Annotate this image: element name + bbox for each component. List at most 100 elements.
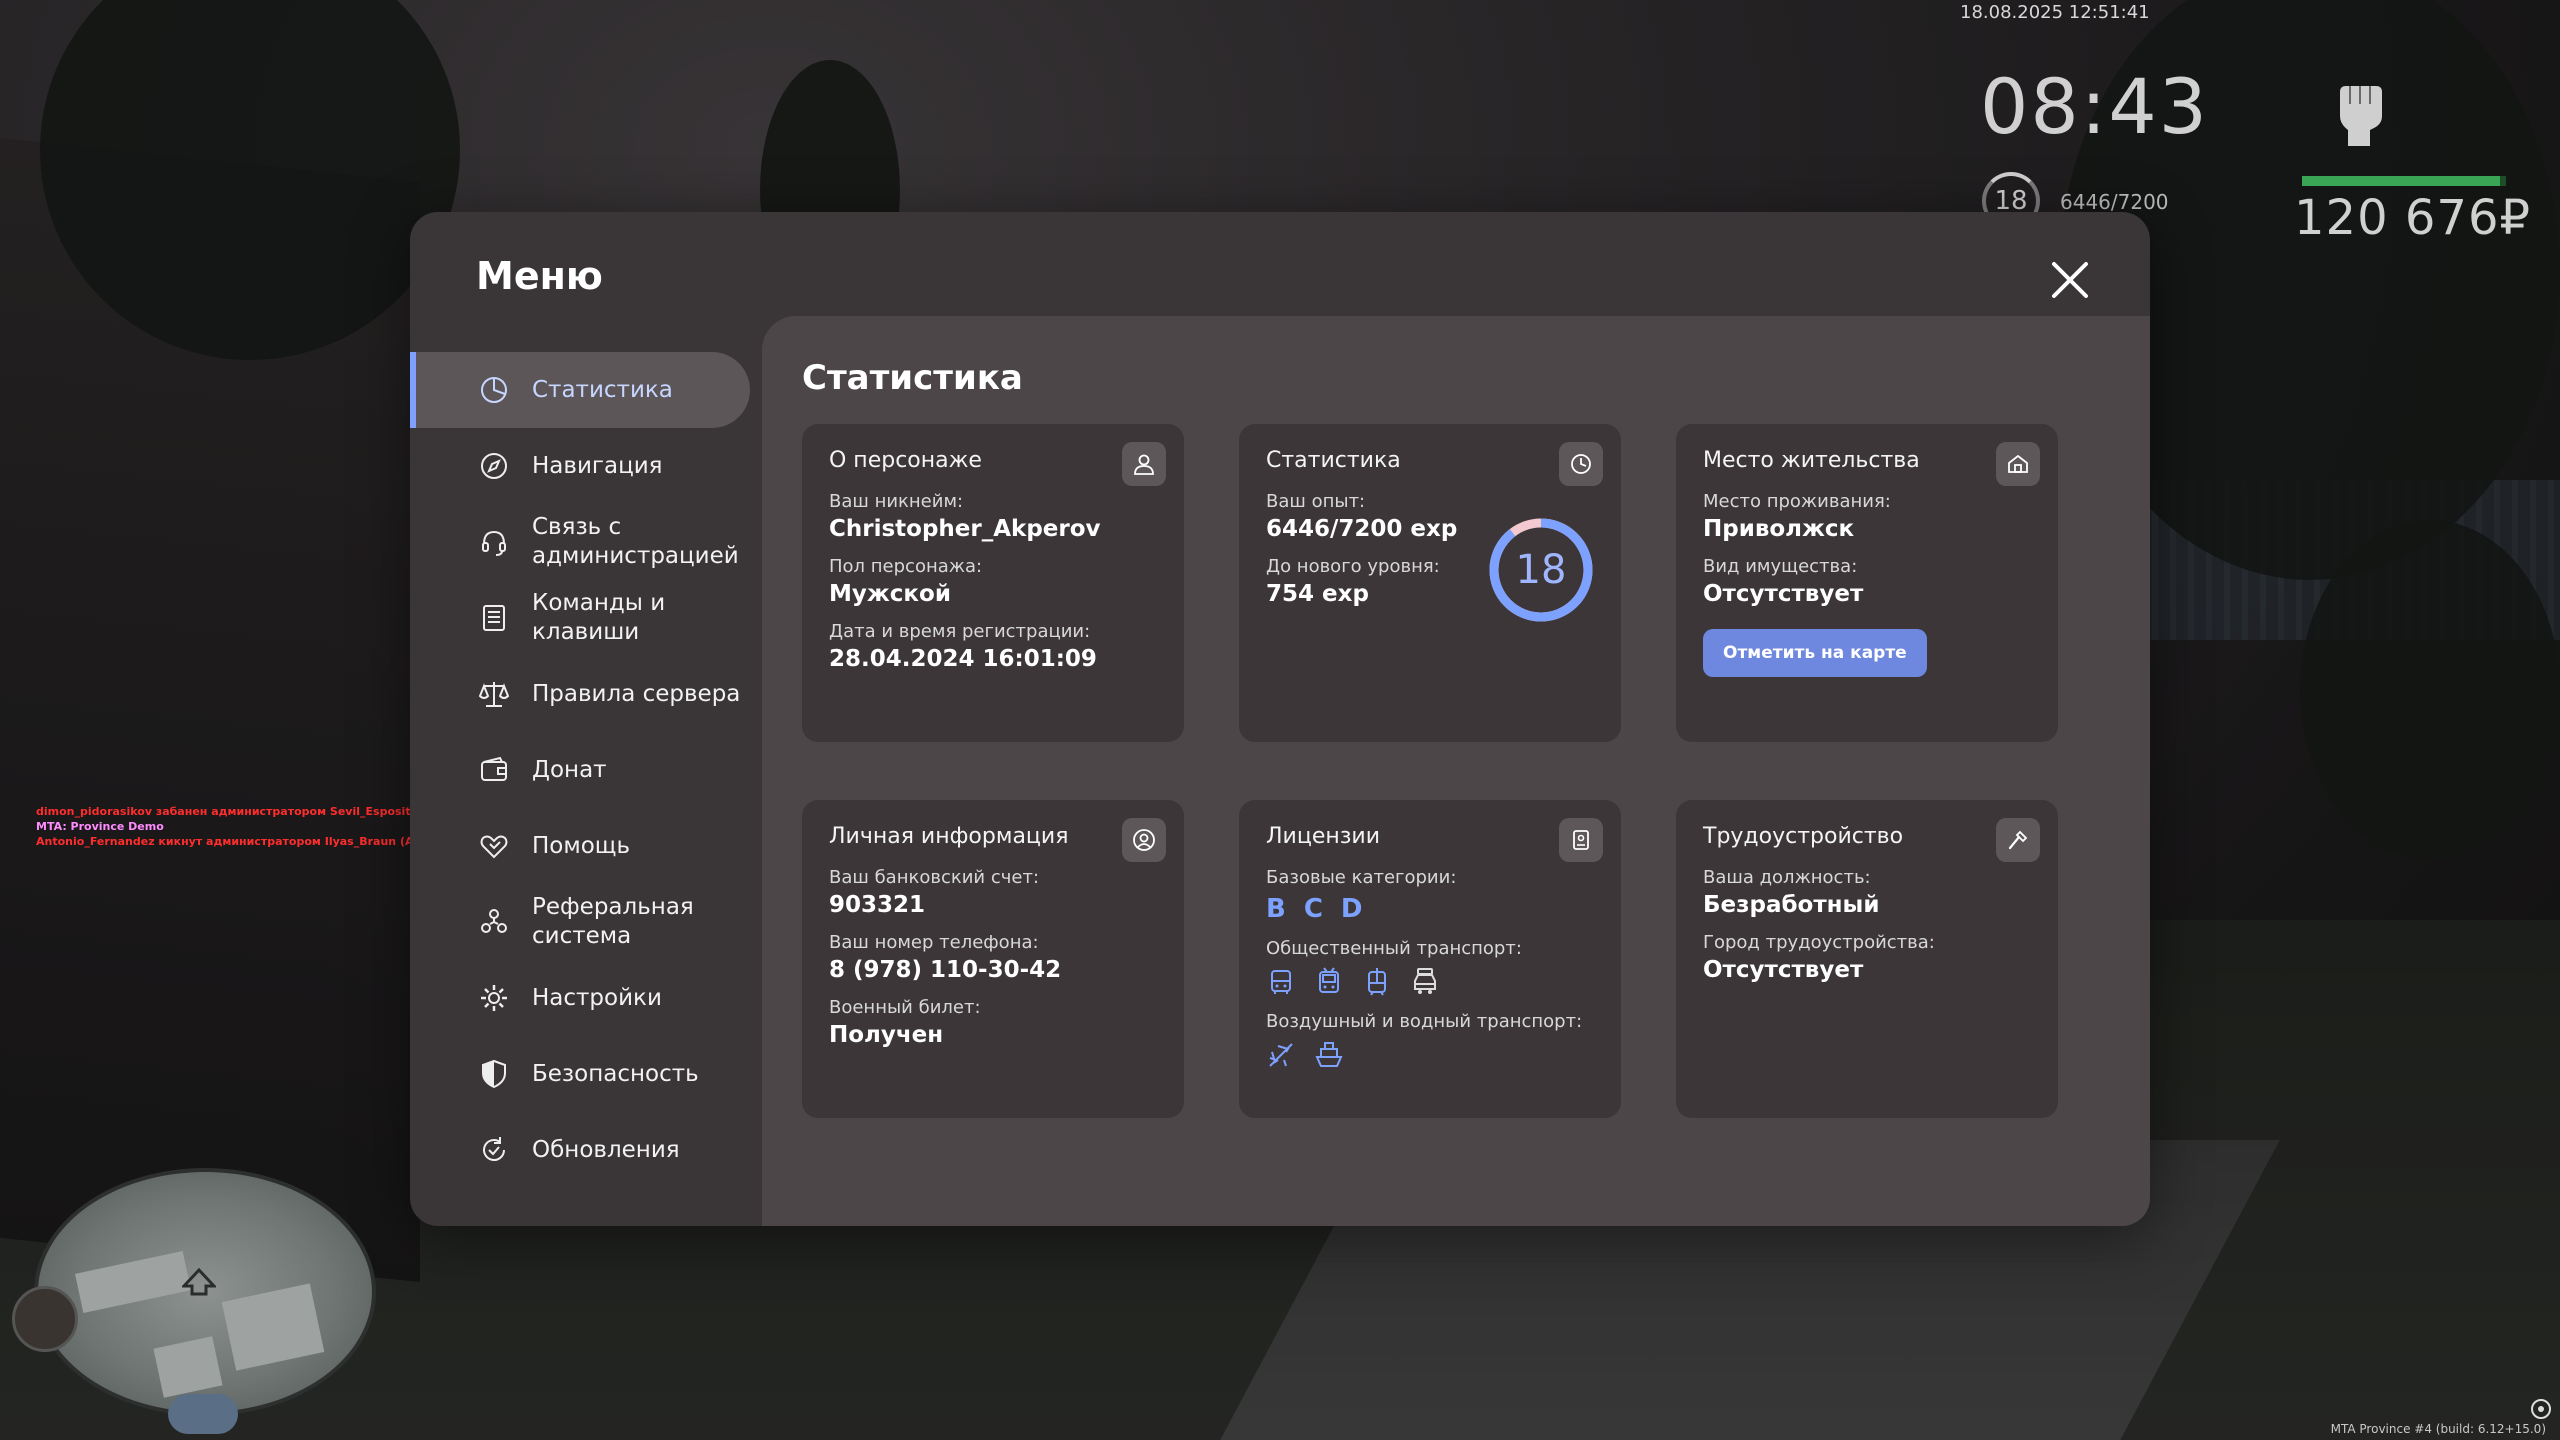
card-icon (1122, 818, 1166, 862)
hammer-icon (2008, 830, 2028, 850)
sidebar-item-statistics[interactable]: Статистика (410, 352, 750, 428)
handshake-icon (480, 835, 508, 859)
field-label: Ваш опыт: (1266, 491, 1366, 512)
sidebar-item-admin-contact[interactable]: Связь с администрацией (410, 504, 750, 580)
card-title: Трудоустройство (1703, 824, 1904, 849)
clock-icon (1571, 454, 1591, 474)
hud-datetime: 18.08.2025 12:51:41 (1960, 2, 2150, 23)
page-title: Статистика (802, 358, 1023, 398)
minimap (34, 1168, 376, 1416)
field-label: Ваш никнейм: (829, 491, 964, 512)
hud-exp: 6446/7200 (2060, 190, 2169, 214)
avatar (12, 1286, 78, 1352)
airplane-icon (1269, 1043, 1293, 1067)
sidebar-item-label: Реферальная система (532, 894, 694, 949)
license-category: C (1303, 894, 1323, 924)
card-title: Статистика (1266, 448, 1401, 473)
card-character: О персонаже Ваш никнейм: Christopher_Akp… (802, 424, 1184, 742)
field-label: Дата и время регистрации: (829, 621, 1091, 642)
fist-icon (2340, 86, 2382, 146)
compass-icon (481, 453, 507, 479)
tram-icon (1368, 968, 1386, 996)
card-title: Личная информация (829, 824, 1069, 849)
sidebar-item-label: Связь с администрацией (532, 513, 739, 571)
sidebar-item-security[interactable]: Безопасность (410, 1036, 750, 1112)
gear-icon (481, 985, 507, 1011)
close-icon[interactable] (2048, 258, 2092, 302)
sidebar-item-label: Команды и клавиши (532, 590, 666, 645)
card-residence: Место жительства Место проживания: Приво… (1676, 424, 2058, 742)
build-info: MTA Province #4 (build: 6.12+15.0) (2330, 1422, 2546, 1436)
card-title: Лицензии (1266, 824, 1381, 849)
ship-icon (1315, 1042, 1343, 1067)
sidebar-item-help[interactable]: Помощь (410, 808, 750, 884)
minimap-block (221, 1283, 325, 1371)
public-transport-icons (1266, 967, 1594, 997)
wallet-icon (481, 756, 507, 781)
sidebar-item-label: Безопасность (532, 1060, 699, 1087)
field-label: Пол персонажа: (829, 556, 983, 577)
license-category: D (1340, 894, 1363, 924)
health-bar-fill (2302, 176, 2500, 186)
shield-icon (482, 1059, 506, 1089)
sidebar-item-referral[interactable]: Реферальная система (410, 884, 750, 960)
sidebar-item-label-text: Связь с администрацией (532, 514, 739, 569)
field-label: Город трудоустройства: (1703, 932, 1935, 953)
health-bar (2302, 176, 2506, 186)
location-pin-icon (2531, 1399, 2551, 1419)
nickname-value: Christopher_Akperov (829, 516, 1101, 542)
card-icon (1559, 818, 1603, 862)
sidebar-nav: Статистика Навигация Связь с администраци… (410, 352, 750, 1188)
card-icon (1996, 818, 2040, 862)
sidebar-item-label: Правила сервера (532, 680, 741, 707)
field-label: Ваш банковский счет: (829, 867, 1040, 888)
card-title: Место жительства (1703, 448, 1920, 473)
hud-money: 120 676₽ (2294, 190, 2532, 246)
minimap-block (153, 1336, 223, 1398)
field-label: Место проживания: (1703, 491, 1891, 512)
player-arrow-icon (182, 1268, 216, 1296)
sidebar-item-settings[interactable]: Настройки (410, 960, 750, 1036)
menu-title: Меню (476, 254, 603, 298)
sidebar-item-label: Донат (532, 756, 607, 783)
field-label: Военный билет: (829, 997, 981, 1018)
phone-value: 8 (978) 110-30-42 (829, 957, 1062, 983)
field-label: Ваша должность: (1703, 867, 1871, 888)
mark-on-map-button[interactable]: Отметить на карте (1703, 629, 1927, 677)
pie-chart-icon (481, 377, 507, 403)
registration-value: 28.04.2024 16:01:09 (829, 646, 1097, 672)
id-card-icon (1573, 830, 1589, 850)
sidebar-item-rules[interactable]: Правила сервера (410, 656, 750, 732)
content-panel: Статистика О персонаже Ваш никнейм: Chri… (762, 316, 2150, 1226)
bus-icon (1271, 970, 1291, 994)
menu-window: Меню Статистика Навигация Связь с админис… (410, 212, 2150, 1226)
minimap-badge (168, 1394, 238, 1434)
residence-value: Приволжск (1703, 516, 1855, 542)
card-personal-info: Личная информация Ваш банковский счет: 9… (802, 800, 1184, 1118)
position-value: Безработный (1703, 892, 1880, 918)
card-employment: Трудоустройство Ваша должность: Безработ… (1676, 800, 2058, 1118)
military-id-value: Получен (829, 1022, 944, 1048)
sidebar-item-label: Обновления (532, 1136, 680, 1163)
license-categories: B C D (1266, 894, 1594, 924)
sidebar-item-commands[interactable]: Команды и клавиши (410, 580, 750, 656)
card-statistics: Статистика Ваш опыт: 6446/7200 exp До но… (1239, 424, 1621, 742)
sidebar-item-donate[interactable]: Донат (410, 732, 750, 808)
card-icon (1122, 442, 1166, 486)
field-label: Ваш номер телефона: (829, 932, 1039, 953)
license-category: B (1266, 894, 1286, 924)
bank-account-value: 903321 (829, 892, 926, 918)
sidebar-item-navigation[interactable]: Навигация (410, 428, 750, 504)
gender-value: Мужской (829, 581, 951, 607)
sidebar-item-label: Помощь (532, 832, 631, 859)
hud-clock: 08:43 (1980, 62, 2210, 151)
sidebar-item-updates[interactable]: Обновления (410, 1112, 750, 1188)
field-label: Общественный транспорт: (1266, 938, 1522, 959)
refresh-icon (483, 1137, 505, 1161)
scales-icon (478, 682, 510, 707)
user-icon (1134, 454, 1154, 475)
people-icon (481, 909, 507, 933)
sidebar-item-label: Статистика (532, 376, 673, 403)
field-label: Базовые категории: (1266, 867, 1457, 888)
taxi-icon (1414, 968, 1436, 994)
